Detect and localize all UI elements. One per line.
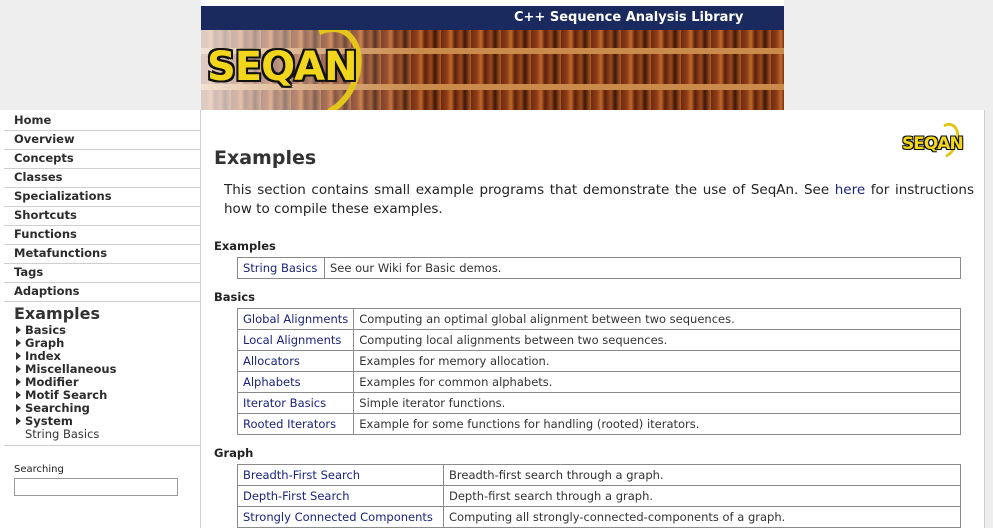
right-page-edge	[984, 110, 993, 528]
example-description: Computing an optimal global alignment be…	[353, 308, 961, 330]
example-name-cell: String Basics	[237, 257, 325, 279]
table-row: Breadth-First Search Breadth-first searc…	[237, 464, 961, 486]
example-link[interactable]: Local Alignments	[243, 333, 341, 347]
example-link[interactable]: Breadth-First Search	[243, 468, 360, 482]
example-name-cell: Strongly Connected Components	[237, 506, 444, 528]
example-name-cell: Alphabets	[236, 371, 355, 393]
example-link[interactable]: Rooted Iterators	[243, 417, 336, 431]
example-description: Example for some functions for handling …	[353, 413, 961, 435]
example-description: Simple iterator functions.	[353, 392, 961, 414]
seqan-logo: SEQAN	[207, 44, 358, 90]
sidebar-item-tags[interactable]: Tags	[4, 264, 201, 283]
instructions-link[interactable]: here	[835, 182, 865, 198]
expand-arrow-icon	[16, 365, 21, 373]
expand-arrow-icon	[16, 391, 21, 399]
table-row: Global Alignments Computing an optimal g…	[236, 308, 961, 330]
expand-arrow-icon	[16, 417, 21, 425]
table-row: Strongly Connected Components Computing …	[237, 506, 961, 528]
sidebar-subitem-label: Modifier	[25, 375, 79, 389]
table-row: Depth-First Search Depth-first search th…	[237, 485, 961, 507]
seqan-small-logo: SEQAN	[902, 118, 965, 164]
expand-arrow-icon	[16, 326, 21, 334]
example-description: Depth-first search through a graph.	[443, 485, 961, 507]
sidebar-subitem-label: Basics	[25, 323, 66, 337]
expand-arrow-icon	[16, 378, 21, 386]
search-label: Searching	[14, 464, 64, 475]
sidebar-item-functions[interactable]: Functions	[4, 226, 201, 245]
sidebar-item-shortcuts[interactable]: Shortcuts	[4, 207, 201, 226]
page-title: Examples	[214, 147, 317, 169]
sidebar: Home Overview Concepts Classes Specializ…	[4, 112, 201, 496]
example-link[interactable]: Depth-First Search	[243, 489, 350, 503]
seqan-logo-text: SEQAN	[902, 134, 964, 154]
example-name-cell: Local Alignments	[236, 329, 355, 351]
table-row: Allocators Examples for memory allocatio…	[236, 350, 961, 372]
example-name-cell: Rooted Iterators	[236, 413, 355, 435]
site-header: C++ Sequence Analysis Library SEQAN	[201, 6, 784, 110]
example-link[interactable]: String Basics	[243, 261, 317, 275]
sidebar-item-classes[interactable]: Classes	[4, 169, 201, 188]
section-heading: Examples	[214, 239, 276, 253]
header-title-bar: C++ Sequence Analysis Library	[201, 6, 784, 30]
table-row: Alphabets Examples for common alphabets.	[236, 371, 961, 393]
sidebar-subitem-label: System	[25, 414, 73, 428]
page-background-top-left	[0, 0, 201, 110]
example-description: See our Wiki for Basic demos.	[324, 257, 961, 279]
sidebar-subitem-label: Index	[25, 349, 61, 363]
graph-table: Breadth-First Search Breadth-first searc…	[237, 464, 961, 528]
example-link[interactable]: Strongly Connected Components	[243, 510, 433, 524]
sidebar-item-specializations[interactable]: Specializations	[4, 188, 201, 207]
sidebar-current-item[interactable]: String Basics	[4, 428, 201, 441]
sidebar-item-concepts[interactable]: Concepts	[4, 150, 201, 169]
example-name-cell: Depth-First Search	[237, 485, 444, 507]
example-link[interactable]: Allocators	[243, 354, 300, 368]
example-description: Examples for memory allocation.	[353, 350, 961, 372]
intro-text: This section contains small example prog…	[224, 182, 835, 198]
example-link[interactable]: Alphabets	[243, 375, 301, 389]
header-title: C++ Sequence Analysis Library	[514, 10, 744, 25]
sidebar-subitem-label: Searching	[25, 401, 90, 415]
expand-arrow-icon	[16, 352, 21, 360]
example-link[interactable]: Global Alignments	[243, 312, 348, 326]
table-row: Local Alignments Computing local alignme…	[236, 329, 961, 351]
section-heading: Graph	[214, 446, 254, 460]
sidebar-item-home[interactable]: Home	[4, 112, 201, 131]
example-name-cell: Allocators	[236, 350, 355, 372]
expand-arrow-icon	[16, 404, 21, 412]
sidebar-item-metafunctions[interactable]: Metafunctions	[4, 245, 201, 264]
example-description: Breadth-first search through a graph.	[443, 464, 961, 486]
sidebar-subitem-label: Miscellaneous	[25, 362, 117, 376]
example-name-cell: Iterator Basics	[236, 392, 355, 414]
sidebar-subitem-label: Motif Search	[25, 388, 108, 402]
sidebar-divider	[4, 445, 201, 446]
sidebar-section-title[interactable]: Examples	[4, 304, 201, 324]
example-description: Computing local alignments between two s…	[353, 329, 961, 351]
search-input[interactable]	[14, 478, 178, 496]
section-heading: Basics	[214, 290, 255, 304]
page-background-top-right	[784, 0, 993, 110]
expand-arrow-icon	[16, 339, 21, 347]
example-name-cell: Global Alignments	[236, 308, 355, 330]
basics-table: Global Alignments Computing an optimal g…	[236, 308, 961, 435]
example-description: Computing all strongly-connected-compone…	[443, 506, 961, 528]
table-row: Rooted Iterators Example for some functi…	[236, 413, 961, 435]
example-link[interactable]: Iterator Basics	[243, 396, 326, 410]
sidebar-item-overview[interactable]: Overview	[4, 131, 201, 150]
example-name-cell: Breadth-First Search	[237, 464, 444, 486]
sidebar-subitem-label: Graph	[25, 336, 65, 350]
header-banner-image[interactable]: SEQAN	[201, 30, 784, 110]
intro-paragraph: This section contains small example prog…	[224, 181, 974, 219]
examples-table: String Basics See our Wiki for Basic dem…	[237, 257, 961, 279]
table-row: Iterator Basics Simple iterator function…	[236, 392, 961, 414]
table-row: String Basics See our Wiki for Basic dem…	[237, 257, 961, 279]
sidebar-item-adaptions[interactable]: Adaptions	[4, 283, 201, 302]
example-description: Examples for common alphabets.	[353, 371, 961, 393]
